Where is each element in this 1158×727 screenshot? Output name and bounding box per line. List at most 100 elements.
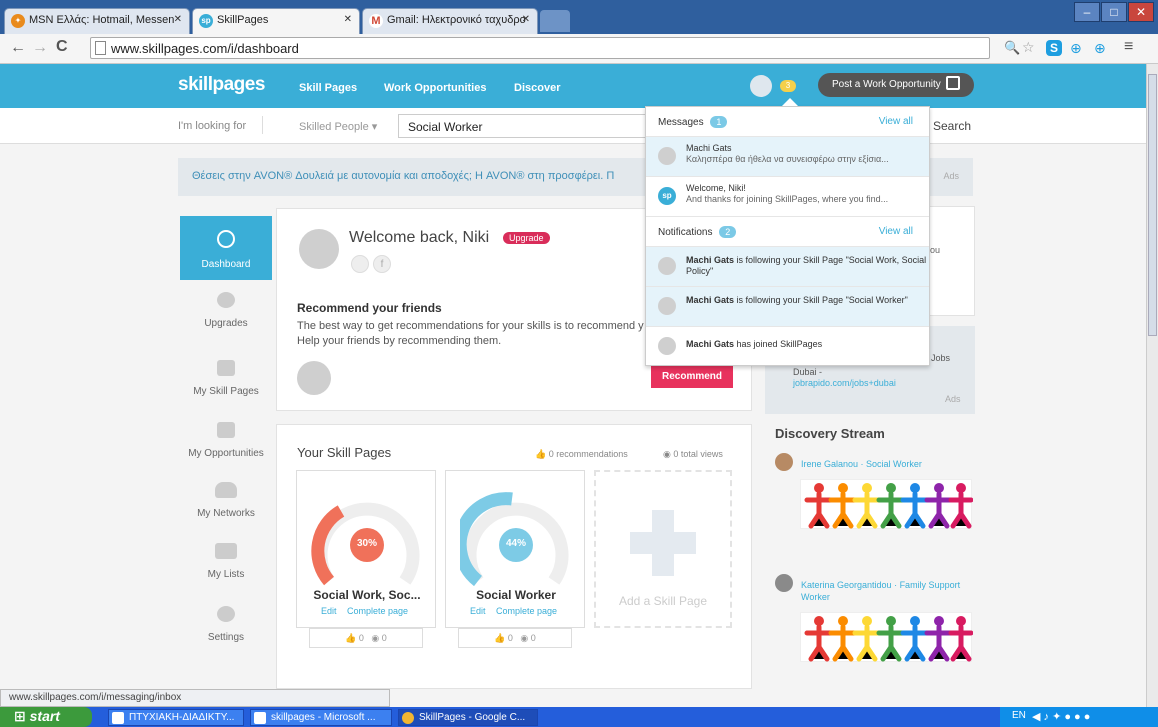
jobs-text: Jobs [931, 353, 951, 363]
complete-page-link[interactable]: Complete page [347, 606, 408, 616]
ad-link[interactable]: Θέσεις στην AVON® Δουλειά με αυτονομία κ… [192, 170, 614, 182]
extension-icon[interactable]: ⊕ [1094, 40, 1106, 57]
post-work-opportunity-button[interactable]: Post a Work Opportunity [818, 73, 974, 97]
add-skill-page[interactable]: Add a Skill Page [594, 470, 732, 628]
sidebar-item-my-networks[interactable]: My Networks [180, 482, 272, 519]
skill-page-name[interactable]: Social Worker [446, 588, 586, 602]
upgrade-badge[interactable]: Upgrade [503, 232, 550, 244]
people-chain-illustration [804, 483, 974, 529]
opportunities-icon [217, 422, 235, 438]
search-button[interactable]: Search [933, 119, 971, 133]
avatar [299, 229, 339, 269]
forward-icon[interactable]: → [32, 39, 48, 57]
avatar[interactable] [775, 453, 793, 471]
nav-work-opportunities[interactable]: Work Opportunities [384, 82, 486, 94]
upgrades-icon [217, 292, 235, 308]
message-item[interactable]: Machi Gats Καλησπέρα θα ήθελα να συνεισφ… [646, 137, 929, 177]
close-window-button[interactable]: ✕ [1128, 2, 1154, 22]
stream-user[interactable]: Katerina Georgantidou · Family Support W… [801, 579, 971, 603]
tab-gmail[interactable]: M Gmail: Ηλεκτρονικό ταχυδρο ✕ [362, 8, 538, 34]
avatar [658, 297, 676, 315]
language-indicator[interactable]: EN [1012, 710, 1026, 721]
sidebar-item-dashboard[interactable]: Dashboard [180, 216, 272, 280]
people-chain-illustration [804, 616, 974, 662]
notification-item[interactable]: Machi Gats is following your Skill Page … [646, 247, 929, 287]
monitor-icon[interactable] [351, 255, 369, 273]
notification-badge[interactable]: 3 [780, 80, 796, 92]
menu-icon[interactable]: ≡ [1124, 38, 1133, 56]
page-icon [95, 41, 106, 55]
networks-icon [215, 482, 237, 498]
notifications-header: Notifications 2 View all [646, 217, 929, 247]
url-input[interactable]: www.skillpages.com/i/dashboard [90, 37, 990, 59]
tray-icons[interactable]: ◀ ♪ ✦ ● ● ● [1032, 710, 1090, 723]
nav-skill-pages[interactable]: Skill Pages [299, 82, 357, 94]
skill-page-name[interactable]: Social Work, Soc... [297, 588, 437, 602]
stream-image[interactable] [800, 479, 974, 529]
message-item[interactable]: sp Welcome, Niki! And thanks for joining… [646, 177, 929, 217]
dubai-text: Dubai - [793, 367, 823, 377]
sidebar-item-my-skill-pages[interactable]: My Skill Pages [180, 360, 272, 397]
recommend-button[interactable]: Recommend [651, 366, 733, 388]
facebook-icon[interactable]: f [373, 255, 391, 273]
jobrapido-link[interactable]: jobrapido.com/jobs+dubai [793, 378, 896, 388]
extension-icon[interactable]: ⊕ [1070, 40, 1082, 57]
avatar [658, 257, 676, 275]
figures [804, 491, 974, 529]
word-icon [254, 712, 266, 724]
ads-label: Ads [945, 394, 961, 404]
sidebar-item-my-opportunities[interactable]: My Opportunities [180, 422, 272, 459]
logo[interactable]: skillpages [178, 74, 265, 96]
avatar[interactable] [775, 574, 793, 592]
close-icon[interactable]: ✕ [522, 14, 530, 25]
dropdown-caret [782, 98, 798, 106]
edit-link[interactable]: Edit [470, 606, 486, 616]
star-icon[interactable]: ☆ [1022, 39, 1035, 56]
close-icon[interactable]: ✕ [174, 14, 182, 25]
skill-page-card[interactable]: 30% Social Work, Soc... Edit Complete pa… [296, 470, 436, 628]
tab-msn[interactable]: ✦ MSN Ελλάς: Hotmail, Messen ✕ [4, 8, 190, 34]
heads [814, 616, 966, 626]
reload-icon[interactable]: C [56, 38, 68, 56]
zoom-icon[interactable]: 🔍 [1004, 40, 1020, 56]
system-tray: EN ◀ ♪ ✦ ● ● ● [1000, 707, 1158, 727]
minimize-button[interactable]: – [1074, 2, 1100, 22]
sidebar-item-upgrades[interactable]: Upgrades [180, 292, 272, 329]
sidebar-item-my-lists[interactable]: My Lists [180, 543, 272, 580]
stream-user[interactable]: Irene Galanou · Social Worker [801, 459, 922, 469]
taskbar-item-word[interactable]: ΠΤΥΧΙΑΚΗ-ΔΙΑΔΙΚΤΥ... [108, 709, 244, 726]
skype-icon[interactable]: S [1046, 40, 1062, 56]
skillpages-icon: sp [658, 187, 676, 205]
close-icon[interactable]: ✕ [344, 14, 352, 25]
edit-link[interactable]: Edit [321, 606, 337, 616]
avatar[interactable] [750, 75, 772, 97]
category-select[interactable]: Skilled People ▾ [299, 120, 377, 133]
back-icon[interactable]: ← [10, 39, 26, 57]
percent-label: 30% [356, 538, 377, 549]
complete-page-link[interactable]: Complete page [496, 606, 557, 616]
lists-icon [215, 543, 237, 559]
start-button[interactable]: ⊞ start [0, 707, 92, 727]
notifications-count: 2 [719, 226, 737, 238]
edit-icon [946, 76, 960, 90]
recommend-text: The best way to get recommendations for … [297, 320, 644, 332]
site-header: skillpages Skill Pages Work Opportunitie… [0, 64, 1146, 108]
view-all-messages-link[interactable]: View all [879, 116, 913, 127]
sidebar-item-settings[interactable]: Settings [180, 606, 272, 643]
tab-skillpages[interactable]: sp SkillPages ✕ [192, 8, 360, 34]
taskbar-item-word[interactable]: skillpages - Microsoft ... [250, 709, 392, 726]
scrollbar-thumb[interactable] [1148, 74, 1157, 336]
maximize-button[interactable]: □ [1101, 2, 1127, 22]
gmail-icon: M [369, 14, 383, 28]
stream-image[interactable] [800, 612, 974, 662]
skill-page-card[interactable]: 44% Social Worker Edit Complete page [445, 470, 585, 628]
taskbar-item-chrome[interactable]: SkillPages - Google C... [398, 709, 538, 726]
notification-item[interactable]: Machi Gats has joined SkillPages [646, 327, 929, 367]
nav-discover[interactable]: Discover [514, 82, 560, 94]
page-scrollbar[interactable] [1146, 64, 1158, 707]
looking-for-label: I'm looking for [178, 120, 247, 132]
search-input[interactable]: Social Worker [398, 114, 648, 138]
view-all-notifications-link[interactable]: View all [879, 226, 913, 237]
new-tab-button[interactable] [540, 10, 570, 32]
notification-item[interactable]: Machi Gats is following your Skill Page … [646, 287, 929, 327]
